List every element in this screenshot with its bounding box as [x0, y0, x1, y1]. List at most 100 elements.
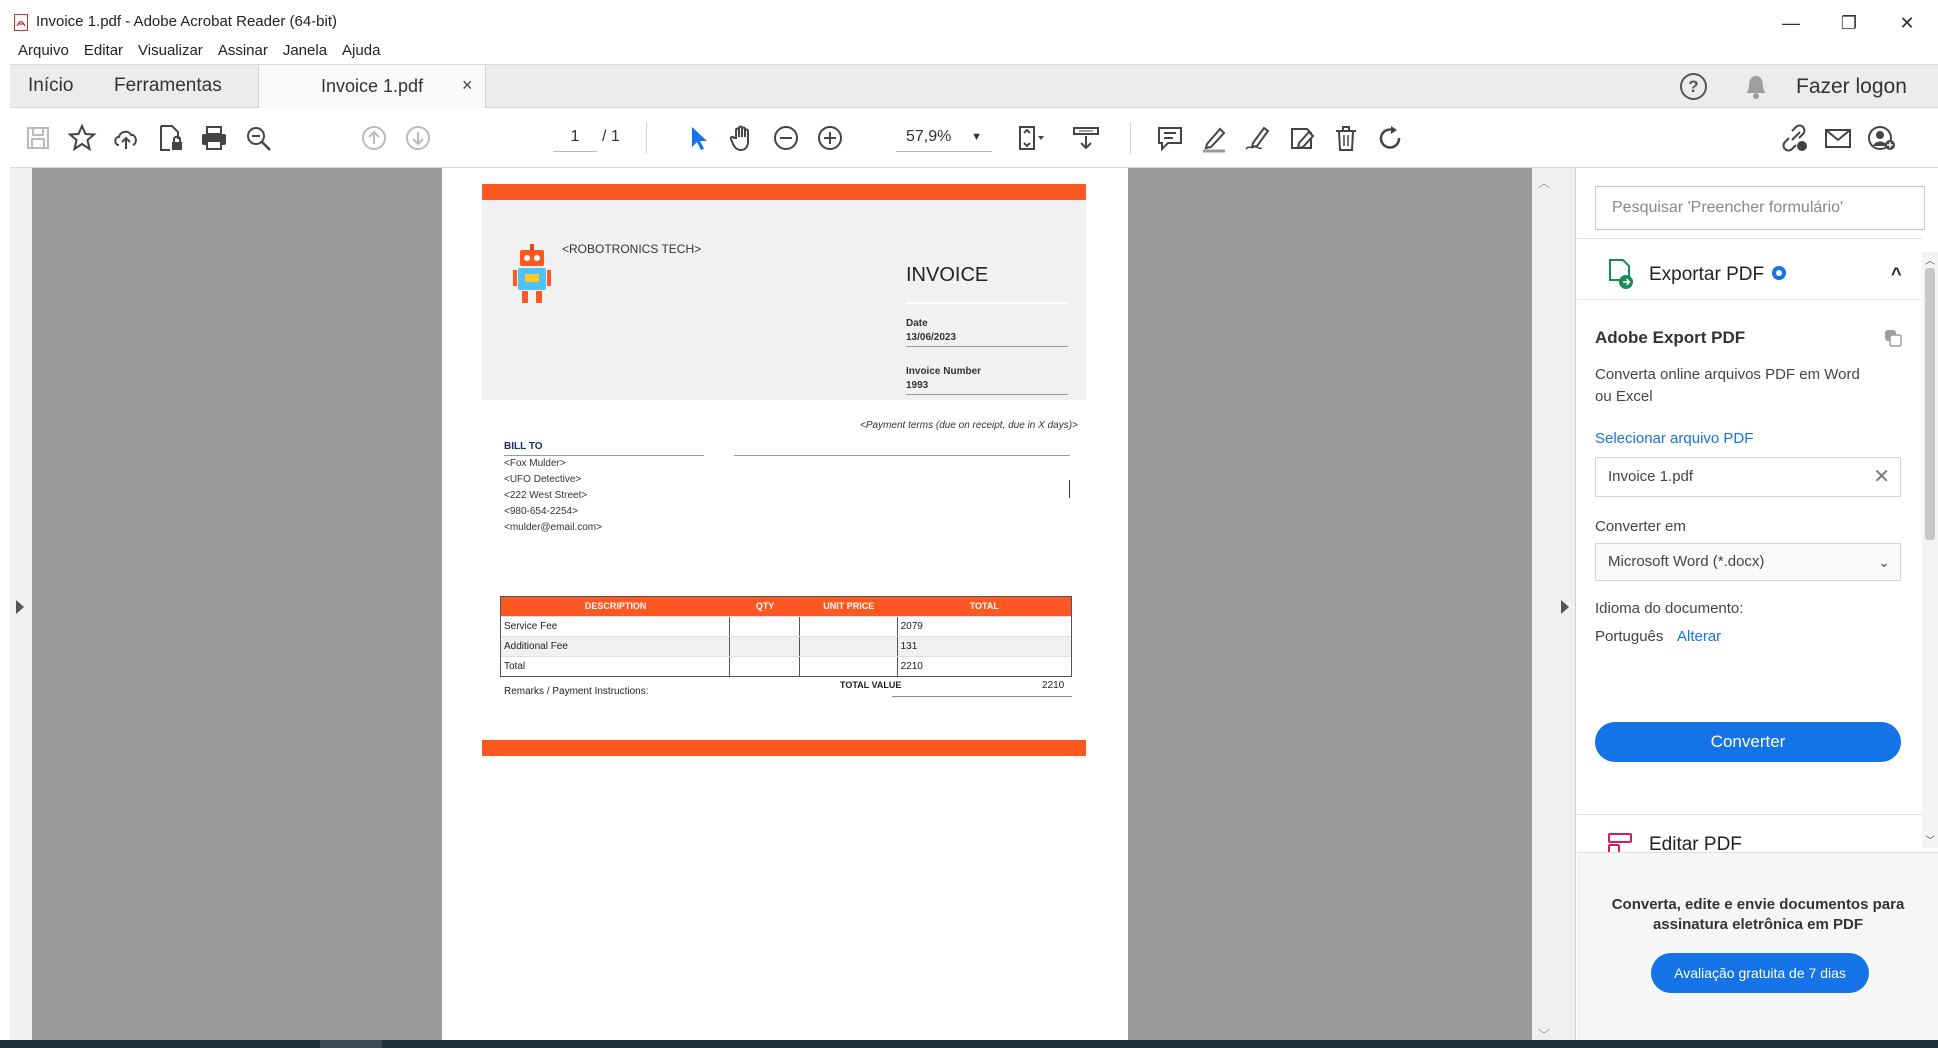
comment-icon[interactable]: [1154, 122, 1186, 154]
select-pdf-file-link[interactable]: Selecionar arquivo PDF: [1595, 430, 1753, 447]
divider: [906, 394, 1068, 395]
share-link-icon[interactable]: [1778, 122, 1810, 154]
menu-visualizar[interactable]: Visualizar: [138, 40, 203, 64]
right-panel-toggle[interactable]: [1556, 168, 1576, 1048]
tab-home[interactable]: Início: [28, 75, 73, 97]
add-user-icon[interactable]: [1866, 122, 1898, 154]
remarks-label: Remarks / Payment Instructions:: [504, 686, 649, 697]
table-cell: Service Fee: [501, 617, 731, 636]
save-icon[interactable]: [22, 122, 54, 154]
zoom-search-icon[interactable]: [242, 122, 274, 154]
invoice-table: DESCRIPTION QTY UNIT PRICE TOTAL Service…: [500, 596, 1072, 677]
document-viewer[interactable]: <ROBOTRONICS TECH> INVOICE Date 13/06/20…: [32, 168, 1532, 1048]
payment-terms: <Payment terms (due on receipt, due in X…: [860, 420, 1078, 431]
scroll-mode-icon[interactable]: [1070, 122, 1102, 154]
format-select[interactable]: Microsoft Word (*.docx) ⌄: [1595, 543, 1901, 581]
edit-pdf-title[interactable]: Editar PDF: [1649, 834, 1742, 850]
zoom-in-icon[interactable]: [814, 122, 846, 154]
bill-to-name: <Fox Mulder>: [504, 458, 566, 469]
sign-icon[interactable]: [1242, 122, 1274, 154]
login-button[interactable]: Fazer logon: [1796, 75, 1907, 99]
print-icon[interactable]: [198, 122, 230, 154]
robot-logo-icon: [513, 244, 551, 303]
document-scrollbar[interactable]: ︿ ﹀: [1532, 168, 1556, 1048]
adobe-export-title: Adobe Export PDF: [1595, 328, 1746, 347]
toolbar-divider: [646, 122, 647, 154]
highlight-pen-icon[interactable]: [1198, 122, 1230, 154]
bill-to-address: <222 West Street>: [504, 490, 588, 501]
clear-file-icon[interactable]: ✕: [1873, 458, 1890, 496]
promo-box: Converta, edite e envie documentos para …: [1577, 852, 1938, 1048]
menu-arquivo[interactable]: Arquivo: [18, 40, 69, 64]
table-cell: 2210: [900, 661, 923, 672]
menu-janela[interactable]: Janela: [283, 40, 327, 64]
text-cursor: [1069, 480, 1070, 498]
tools-panel: Pesquisar 'Preencher formulário' Exporta…: [1577, 168, 1938, 1048]
left-panel-toggle[interactable]: [10, 168, 32, 1048]
cloud-upload-icon[interactable]: [110, 122, 142, 154]
zoom-caret-icon: ▼: [971, 131, 982, 143]
company-name: <ROBOTRONICS TECH>: [562, 242, 702, 256]
collapse-chevron-icon[interactable]: ^: [1891, 264, 1902, 285]
scroll-up-icon[interactable]: ︿: [1538, 174, 1550, 191]
star-icon[interactable]: [66, 122, 98, 154]
taskbar-active-item[interactable]: [320, 1040, 382, 1048]
hand-tool-icon[interactable]: [726, 122, 758, 154]
edit-pdf-icon[interactable]: [1286, 122, 1318, 154]
tab-bar: Início Ferramentas Invoice 1.pdf × ? Faz…: [10, 64, 1938, 109]
collapse-right-icon: [1561, 600, 1569, 614]
trash-icon[interactable]: [1330, 122, 1362, 154]
email-icon[interactable]: [1822, 122, 1854, 154]
pdf-page: <ROBOTRONICS TECH> INVOICE Date 13/06/20…: [442, 168, 1128, 1048]
format-value: Microsoft Word (*.docx): [1608, 553, 1765, 570]
free-trial-button[interactable]: Avaliação gratuita de 7 dias: [1651, 953, 1869, 993]
chevron-down-icon: ⌄: [1878, 554, 1890, 570]
rotate-icon[interactable]: [1374, 122, 1406, 154]
previous-page-icon[interactable]: [358, 122, 390, 154]
invoice-top-bar: [482, 184, 1086, 200]
column-header-qty: QTY: [755, 601, 775, 611]
menu-ajuda[interactable]: Ajuda: [342, 40, 380, 64]
selected-file-field[interactable]: Invoice 1.pdf ✕: [1595, 457, 1901, 497]
table-cell: Total: [501, 657, 731, 676]
scrollbar-thumb[interactable]: [1925, 268, 1935, 540]
zoom-level-select[interactable]: 57,9% ▼: [896, 122, 992, 152]
bill-to-title: <UFO Detective>: [504, 474, 582, 485]
date-value: 13/06/2023: [906, 332, 957, 343]
select-cursor-icon[interactable]: [682, 122, 714, 154]
copy-documents-icon[interactable]: [1883, 328, 1903, 348]
convert-button[interactable]: Converter: [1595, 722, 1901, 762]
zoom-out-icon[interactable]: [770, 122, 802, 154]
scroll-down-icon[interactable]: ﹀: [1925, 832, 1935, 847]
restore-button[interactable]: ❐: [1826, 9, 1872, 37]
bell-icon[interactable]: [1743, 73, 1769, 101]
zoom-level-value: 57,9%: [906, 128, 952, 145]
window-title: Invoice 1.pdf - Adobe Acrobat Reader (64…: [36, 13, 338, 30]
tab-tools[interactable]: Ferramentas: [114, 75, 222, 97]
page-number-input[interactable]: 1: [553, 122, 597, 152]
fit-page-icon[interactable]: [1014, 122, 1046, 154]
column-header-unit-price: UNIT PRICE: [823, 601, 875, 611]
protect-file-icon[interactable]: [154, 122, 186, 154]
help-icon[interactable]: ?: [1680, 73, 1707, 100]
menu-assinar[interactable]: Assinar: [218, 40, 268, 64]
total-value: 2210: [1042, 680, 1065, 691]
acrobat-icon: [14, 14, 28, 31]
table-cell: [800, 617, 898, 636]
export-pdf-title[interactable]: Exportar PDF: [1649, 264, 1764, 286]
menu-editar[interactable]: Editar: [84, 40, 123, 64]
scroll-up-icon[interactable]: ︿: [1925, 252, 1935, 267]
change-language-link[interactable]: Alterar: [1677, 628, 1721, 645]
invoice-bottom-bar: [482, 740, 1086, 756]
tools-search-input[interactable]: Pesquisar 'Preencher formulário': [1595, 186, 1925, 230]
toolbar-divider: [1130, 122, 1131, 154]
promo-text: Converta, edite e envie documentos para …: [1611, 896, 1905, 933]
close-window-button[interactable]: ✕: [1884, 9, 1930, 37]
minimize-button[interactable]: —: [1768, 9, 1814, 37]
bill-to-phone: <980-654-2254>: [504, 506, 578, 517]
table-cell: [800, 657, 898, 676]
tab-document[interactable]: Invoice 1.pdf ×: [258, 65, 486, 109]
panel-scrollbar[interactable]: ︿ ﹀: [1922, 252, 1938, 848]
next-page-icon[interactable]: [402, 122, 434, 154]
close-tab-icon[interactable]: ×: [462, 75, 473, 96]
